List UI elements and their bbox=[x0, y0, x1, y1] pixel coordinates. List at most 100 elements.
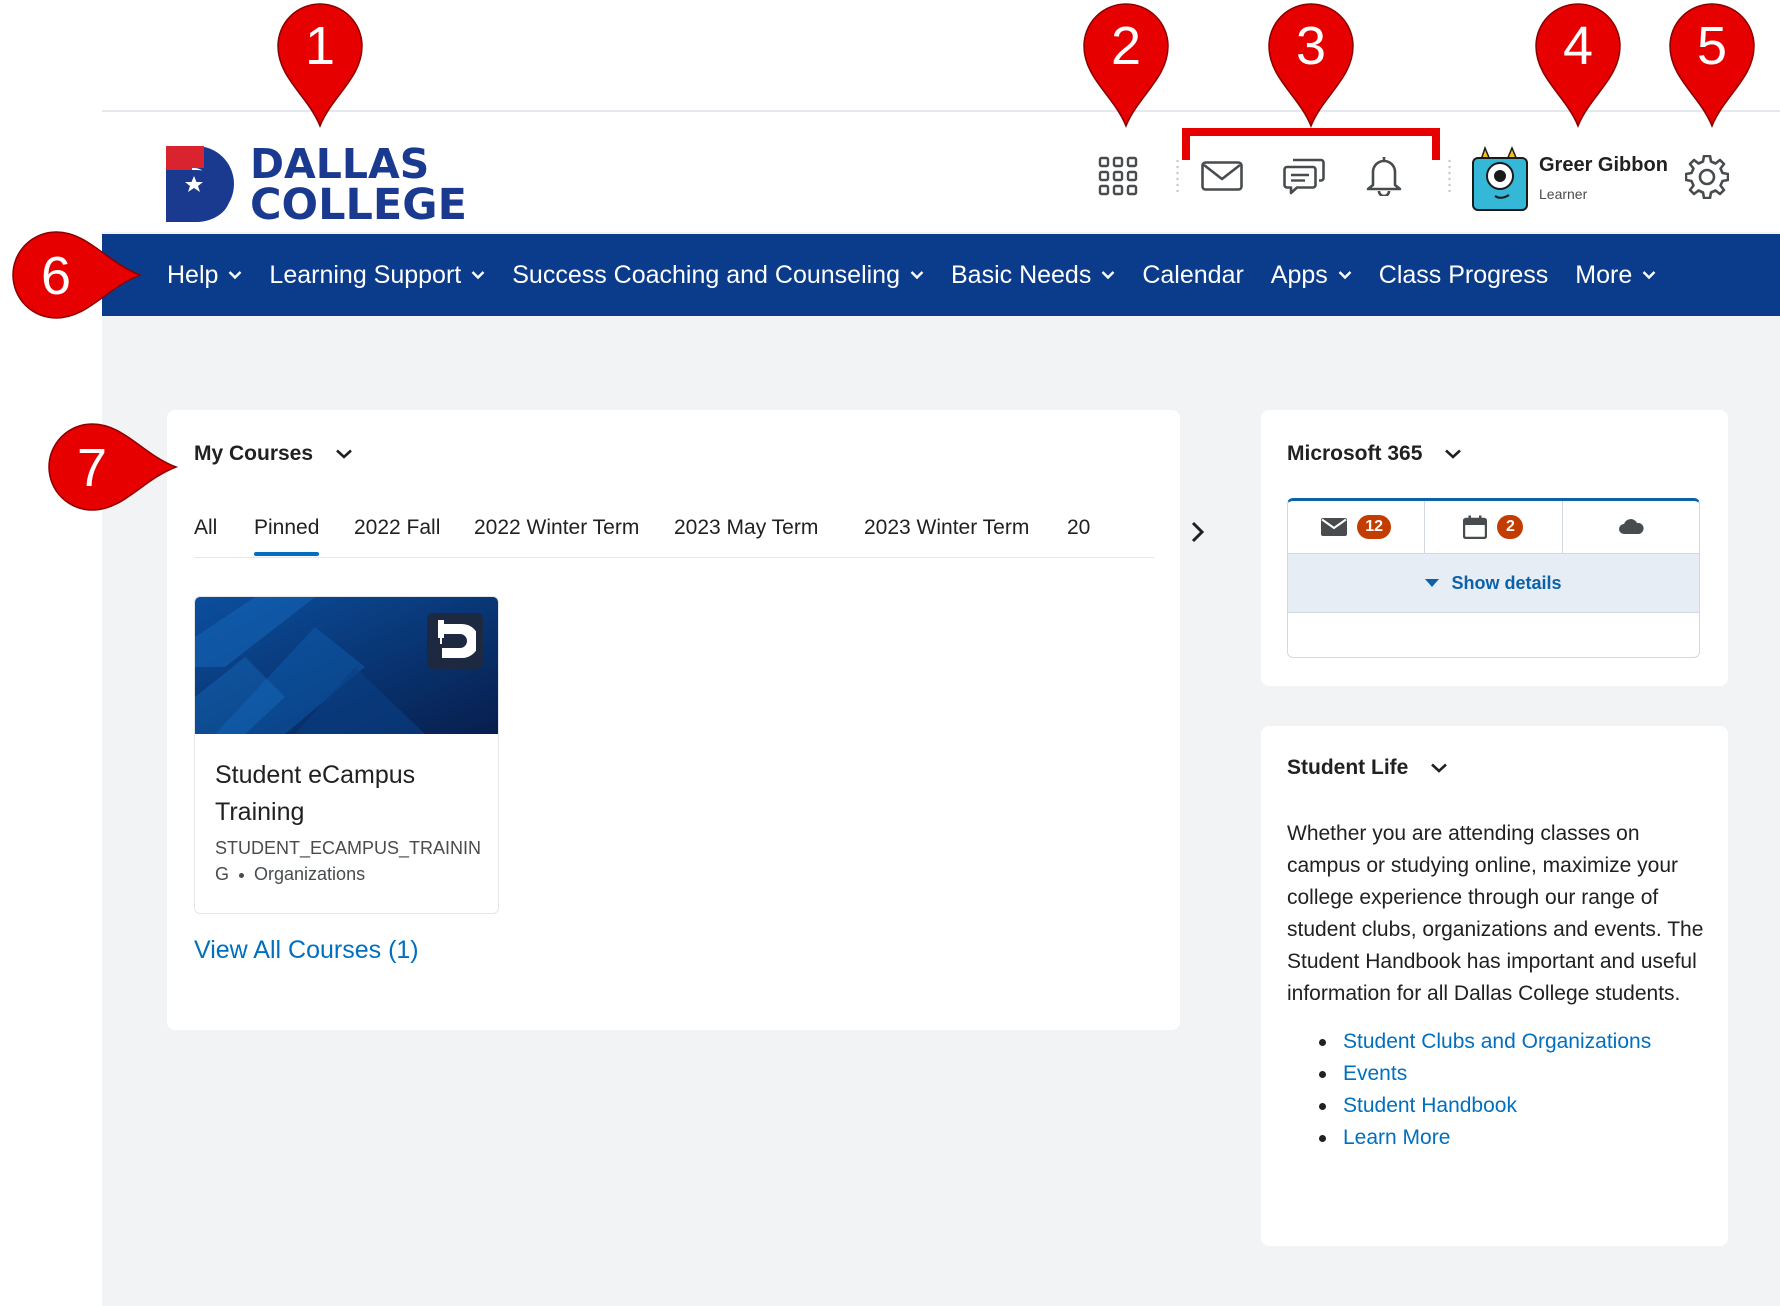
caret-down-icon bbox=[1425, 579, 1440, 587]
mail-icon bbox=[1321, 518, 1348, 536]
calendar-count-badge: 2 bbox=[1497, 515, 1524, 539]
chat-icon[interactable] bbox=[1282, 154, 1326, 198]
pin-button[interactable] bbox=[427, 613, 483, 669]
nav-calendar[interactable]: Calendar bbox=[1142, 261, 1243, 290]
callout-number: 2 bbox=[1111, 16, 1141, 76]
my-courses-title[interactable]: My Courses bbox=[194, 442, 353, 466]
student-life-links: Student Clubs and Organizations Events S… bbox=[1319, 1026, 1651, 1154]
callout-marker-4: 4 bbox=[1535, 3, 1621, 128]
logo-text-college: COLLEGE bbox=[250, 180, 467, 230]
chevron-down-icon bbox=[1642, 271, 1656, 280]
callout-number: 5 bbox=[1697, 16, 1727, 76]
tab-2023-may-term[interactable]: 2023 May Term bbox=[674, 516, 818, 540]
callout-number: 4 bbox=[1563, 16, 1593, 76]
ms-mail-tab[interactable]: 12 bbox=[1288, 501, 1426, 553]
course-name: Student eCampus Training bbox=[215, 761, 416, 826]
tab-2023-winter-term[interactable]: 2023 Winter Term bbox=[864, 516, 1029, 540]
callout-bracket bbox=[1182, 128, 1440, 160]
tab-2022-winter-term[interactable]: 2022 Winter Term bbox=[474, 516, 639, 540]
nav-learning-support-label: Learning Support bbox=[269, 260, 462, 289]
tab-fade bbox=[1094, 508, 1154, 554]
show-details-button[interactable]: Show details bbox=[1288, 553, 1699, 613]
tab-pinned[interactable]: Pinned bbox=[254, 516, 320, 556]
link-events[interactable]: Events bbox=[1319, 1058, 1651, 1090]
microsoft-365-title-text: Microsoft 365 bbox=[1287, 442, 1423, 465]
calendar-icon bbox=[1463, 515, 1488, 539]
nav-class-progress-label: Class Progress bbox=[1378, 260, 1549, 289]
chevron-right-icon[interactable] bbox=[1187, 518, 1209, 546]
student-life-widget: Student Life Whether you are attending c… bbox=[1261, 726, 1728, 1246]
nav-success-coaching[interactable]: Success Coaching and Counseling bbox=[512, 261, 924, 290]
avatar[interactable] bbox=[1471, 140, 1529, 212]
tab-2022-fall[interactable]: 2022 Fall bbox=[354, 516, 440, 540]
course-tabs: All Pinned 2022 Fall 2022 Winter Term 20… bbox=[194, 508, 1154, 558]
microsoft-365-widget: Microsoft 365 12 2 Show details bbox=[1261, 410, 1728, 686]
nav-apps[interactable]: Apps bbox=[1271, 261, 1352, 290]
microsoft-365-panel: 12 2 Show details bbox=[1287, 498, 1700, 658]
nav-more-label: More bbox=[1575, 260, 1633, 289]
nav-success-coaching-label: Success Coaching and Counseling bbox=[512, 260, 900, 289]
main-navigation: Help Learning Support Success Coaching a… bbox=[102, 234, 1780, 316]
separator-dot bbox=[239, 872, 245, 878]
view-all-courses-link[interactable]: View All Courses (1) bbox=[194, 936, 419, 965]
header-divider bbox=[1448, 158, 1451, 192]
course-type: Organizations bbox=[254, 864, 366, 884]
callout-marker-7: 7 bbox=[48, 423, 178, 511]
pin-icon bbox=[438, 620, 476, 658]
dallas-college-logo[interactable]: DALLAS COLLEGE bbox=[166, 132, 486, 227]
user-name[interactable]: Greer Gibbon bbox=[1539, 154, 1668, 177]
callout-number: 6 bbox=[41, 246, 71, 306]
chevron-down-icon bbox=[1431, 763, 1448, 773]
student-life-title-text: Student Life bbox=[1287, 756, 1409, 779]
logo-text-dallas: DALLAS bbox=[250, 140, 430, 188]
mail-count-badge: 12 bbox=[1357, 515, 1392, 539]
callout-marker-1: 1 bbox=[277, 3, 363, 128]
show-details-label: Show details bbox=[1451, 572, 1562, 593]
callout-marker-5: 5 bbox=[1669, 3, 1755, 128]
ms-calendar-tab[interactable]: 2 bbox=[1425, 501, 1563, 553]
my-courses-widget: My Courses All Pinned 2022 Fall 2022 Win… bbox=[167, 410, 1205, 1030]
gear-icon[interactable] bbox=[1684, 154, 1730, 200]
callout-number: 1 bbox=[305, 16, 335, 76]
nav-help[interactable]: Help bbox=[167, 261, 242, 290]
nav-basic-needs[interactable]: Basic Needs bbox=[951, 261, 1115, 290]
chevron-down-icon bbox=[910, 271, 924, 280]
link-student-handbook[interactable]: Student Handbook bbox=[1319, 1090, 1651, 1122]
nav-learning-support[interactable]: Learning Support bbox=[269, 261, 485, 290]
chevron-down-icon bbox=[1338, 271, 1352, 280]
user-role: Learner bbox=[1539, 186, 1588, 202]
callout-number: 3 bbox=[1296, 16, 1326, 76]
tab-all[interactable]: All bbox=[194, 516, 217, 540]
tab-truncated[interactable]: 20 bbox=[1067, 516, 1090, 540]
link-student-clubs[interactable]: Student Clubs and Organizations bbox=[1319, 1026, 1651, 1058]
link-learn-more[interactable]: Learn More bbox=[1319, 1122, 1651, 1154]
chevron-down-icon bbox=[1101, 271, 1115, 280]
chevron-down-icon bbox=[336, 449, 352, 459]
cloud-icon bbox=[1618, 519, 1644, 534]
brightspace-page: DALLAS COLLEGE Greer Gibbon Learner Help… bbox=[102, 110, 1780, 1306]
student-life-description: Whether you are attending classes on cam… bbox=[1287, 822, 1704, 1005]
chevron-down-icon bbox=[1445, 449, 1462, 459]
header: DALLAS COLLEGE Greer Gibbon Learner bbox=[102, 112, 1780, 232]
course-card[interactable]: Student eCampus Training STUDENT_ECAMPUS… bbox=[194, 596, 499, 914]
nav-help-label: Help bbox=[167, 260, 219, 289]
microsoft-365-title[interactable]: Microsoft 365 bbox=[1287, 442, 1462, 466]
chevron-down-icon bbox=[471, 271, 485, 280]
logo-mark-icon bbox=[166, 146, 234, 222]
nav-more[interactable]: More bbox=[1575, 261, 1656, 290]
ms-onedrive-tab[interactable] bbox=[1563, 501, 1699, 553]
callout-number: 7 bbox=[77, 438, 107, 498]
my-courses-title-text: My Courses bbox=[194, 442, 314, 465]
callout-marker-2: 2 bbox=[1083, 3, 1169, 128]
nav-basic-needs-label: Basic Needs bbox=[950, 260, 1092, 289]
course-meta: STUDENT_ECAMPUS_TRAINING Organizations bbox=[215, 835, 485, 887]
mail-icon[interactable] bbox=[1200, 156, 1244, 196]
chevron-down-icon bbox=[229, 271, 242, 280]
nav-class-progress[interactable]: Class Progress bbox=[1379, 261, 1549, 290]
callout-marker-3: 3 bbox=[1268, 3, 1354, 128]
nav-calendar-label: Calendar bbox=[1142, 260, 1244, 289]
student-life-title[interactable]: Student Life bbox=[1287, 756, 1448, 780]
header-divider bbox=[1176, 158, 1179, 192]
callout-marker-6: 6 bbox=[12, 231, 142, 319]
grid-icon[interactable] bbox=[1096, 154, 1140, 198]
